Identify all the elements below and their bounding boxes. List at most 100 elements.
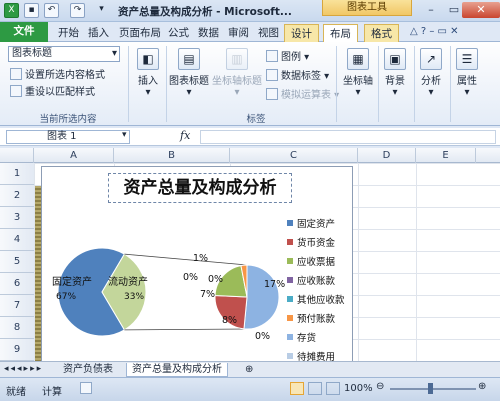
sheet-tab[interactable]: 资产负债表 xyxy=(58,363,118,377)
tab-home[interactable]: 开始 xyxy=(52,24,85,42)
row-header[interactable]: 5 xyxy=(0,251,34,273)
analysis-button[interactable]: ↗ 分析 ▾ xyxy=(416,48,446,98)
ribbon-controls[interactable]: △ ? – ▭ ✕ xyxy=(410,26,459,37)
tab-data[interactable]: 数据 xyxy=(192,24,225,42)
axis-title-button[interactable]: ▥ 坐标轴标题 ▾ xyxy=(212,48,262,98)
legend-swatch xyxy=(287,334,293,340)
legend-swatch xyxy=(287,258,293,264)
sheet-tab-active[interactable]: 资产总量及构成分析 xyxy=(126,363,228,377)
row-header[interactable]: 8 xyxy=(0,317,34,339)
zoom-in-icon[interactable]: ⊕ xyxy=(478,381,486,392)
quick-access-dropdown-icon[interactable]: ▾ xyxy=(94,3,109,18)
tab-formulas[interactable]: 公式 xyxy=(162,24,195,42)
insert-sheet-icon[interactable]: ⊕ xyxy=(240,363,258,377)
chevron-down-icon: ▾ xyxy=(428,87,434,98)
row-header[interactable]: 6 xyxy=(0,273,34,295)
axes-button[interactable]: ▦ 坐标轴 ▾ xyxy=(340,48,376,98)
chevron-down-icon: ▾ xyxy=(355,87,361,98)
normal-view-icon[interactable] xyxy=(290,382,304,395)
chevron-down-icon: ▾ xyxy=(145,87,151,98)
legend-icon xyxy=(266,50,278,62)
column-header[interactable]: C xyxy=(230,148,358,163)
page-break-view-icon[interactable] xyxy=(326,382,340,395)
tab-page-layout[interactable]: 页面布局 xyxy=(113,24,167,42)
group-label-current: 当前所选内容 xyxy=(39,114,97,125)
tab-insert[interactable]: 插入 xyxy=(82,24,115,42)
pie-slice xyxy=(243,264,280,330)
chart-title-button[interactable]: ▤ 图表标题 ▾ xyxy=(168,48,210,98)
data-table-button[interactable]: 模拟运算表 ▾ xyxy=(266,86,339,101)
tab-file[interactable]: 文件 xyxy=(0,22,48,42)
divider xyxy=(414,46,415,122)
tab-format[interactable]: 格式 xyxy=(364,24,399,42)
redo-icon[interactable]: ↷ xyxy=(70,3,85,18)
chart-element-select-value: 图表标题 xyxy=(12,48,52,59)
column-header[interactable]: D xyxy=(358,148,416,163)
axes-label: 坐标轴 xyxy=(343,76,373,87)
status-calc: 计算 xyxy=(42,387,62,398)
chevron-down-icon[interactable]: ▾ xyxy=(122,130,127,140)
row-header[interactable]: 2 xyxy=(0,185,34,207)
insert-function-button[interactable]: fx xyxy=(180,129,190,142)
row-header[interactable]: 4 xyxy=(0,229,34,251)
legend-entry: 应收票据 xyxy=(297,256,336,268)
divider xyxy=(378,46,379,122)
select-all-corner[interactable] xyxy=(0,148,34,163)
chevron-down-icon: ▾ xyxy=(234,87,240,98)
ribbon: 图表标题 ▾ 设置所选内容格式 重设以匹配样式 当前所选内容 ◧ 插入 ▾ ▤ 图表标… xyxy=(0,42,500,126)
zoom-out-icon[interactable]: ⊖ xyxy=(376,381,384,392)
zoom-level[interactable]: 100% xyxy=(344,383,373,394)
insert-button[interactable]: ◧ 插入 ▾ xyxy=(134,48,162,98)
close-button[interactable]: ✕ xyxy=(462,2,500,18)
zoom-slider-thumb[interactable] xyxy=(428,383,433,394)
row-header[interactable]: 1 xyxy=(0,163,34,185)
zoom-slider[interactable] xyxy=(390,388,476,390)
tab-design[interactable]: 设计 xyxy=(284,24,319,42)
gridline xyxy=(416,163,417,361)
format-icon xyxy=(10,68,22,80)
insert-label: 插入 xyxy=(138,76,158,87)
row-header[interactable]: 9 xyxy=(0,339,34,361)
data-labels-button[interactable]: 数据标签 ▾ xyxy=(266,67,329,82)
macro-record-icon[interactable] xyxy=(80,382,92,394)
save-icon[interactable]: ▪ xyxy=(24,3,39,18)
data-table-label: 模拟运算表 xyxy=(281,90,331,101)
data-label: 1% xyxy=(193,253,208,264)
tab-review[interactable]: 审阅 xyxy=(222,24,255,42)
formula-input[interactable] xyxy=(200,130,496,144)
reset-style-button[interactable]: 重设以匹配样式 xyxy=(10,83,95,98)
group-label-labels: 标签 xyxy=(246,114,266,125)
minimize-button[interactable]: – xyxy=(420,2,442,18)
data-labels-icon xyxy=(266,69,278,81)
properties-label: 属性 xyxy=(457,76,477,87)
chart-title-icon: ▤ xyxy=(178,48,200,70)
connector-line xyxy=(124,328,248,331)
data-label: 0% xyxy=(208,274,223,285)
tab-view[interactable]: 视图 xyxy=(252,24,285,42)
properties-button[interactable]: ☰ 属性 ▾ xyxy=(452,48,482,98)
legend-entry: 预付账款 xyxy=(297,313,336,325)
legend-swatch xyxy=(287,315,293,321)
legend-entry: 固定资产 xyxy=(297,218,335,230)
column-header[interactable]: E xyxy=(416,148,476,163)
data-label: 固定资产 xyxy=(52,275,92,288)
legend-button[interactable]: 图例 ▾ xyxy=(266,48,309,63)
chart-title-label: 图表标题 xyxy=(169,76,209,87)
row-header[interactable]: 7 xyxy=(0,295,34,317)
chart-element-select[interactable]: 图表标题 ▾ xyxy=(8,46,120,62)
undo-icon[interactable]: ↶ xyxy=(44,3,59,18)
background-button[interactable]: ▣ 背景 ▾ xyxy=(380,48,410,98)
page-layout-view-icon[interactable] xyxy=(308,382,322,395)
sheet-nav-arrows[interactable]: ◂◂◂▸▸▸ xyxy=(4,364,43,374)
name-box[interactable]: 图表 1 xyxy=(6,130,130,144)
legend-swatch xyxy=(287,239,293,245)
column-header[interactable]: A xyxy=(34,148,114,163)
row-header[interactable]: 3 xyxy=(0,207,34,229)
axis-title-icon: ▥ xyxy=(226,48,248,70)
reset-style-label: 重设以匹配样式 xyxy=(25,87,95,98)
divider xyxy=(336,46,337,122)
tab-layout[interactable]: 布局 xyxy=(323,24,358,42)
column-header[interactable]: B xyxy=(114,148,230,163)
legend-entry: 货币资金 xyxy=(297,237,336,249)
format-selection-button[interactable]: 设置所选内容格式 xyxy=(10,66,105,81)
